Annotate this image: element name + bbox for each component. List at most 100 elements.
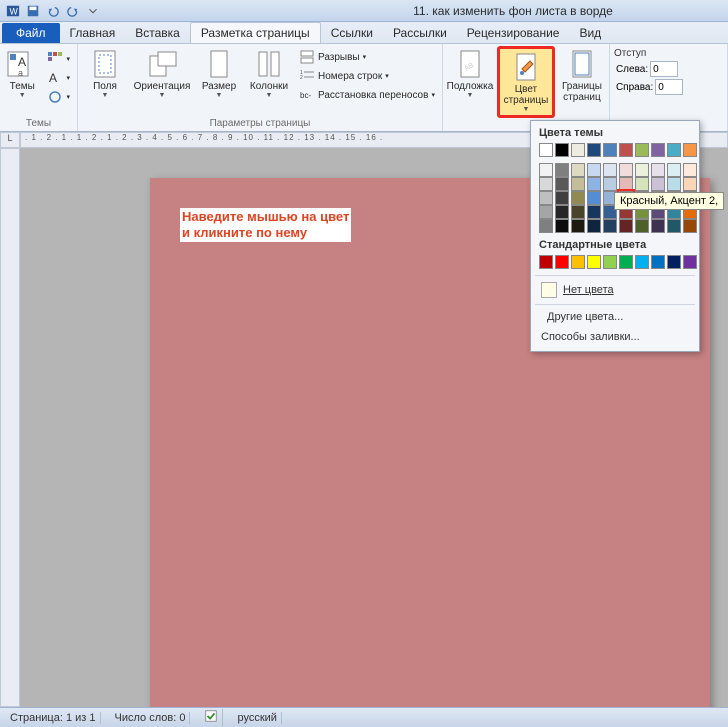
group-page-setup-label: Параметры страницы: [82, 117, 438, 131]
breaks-button[interactable]: Разрывы▾: [296, 48, 438, 66]
theme-effects-button[interactable]: ▾: [44, 88, 73, 106]
color-swatch[interactable]: [571, 205, 585, 219]
margins-button[interactable]: Поля▼: [82, 46, 128, 101]
color-swatch[interactable]: [683, 163, 697, 177]
color-swatch[interactable]: [635, 143, 649, 157]
color-swatch[interactable]: [571, 191, 585, 205]
word-app-icon[interactable]: W: [4, 2, 22, 20]
color-swatch[interactable]: [555, 191, 569, 205]
qat-customize-icon[interactable]: [84, 2, 102, 20]
tab-review[interactable]: Рецензирование: [457, 23, 570, 43]
color-swatch[interactable]: [539, 255, 553, 269]
watermark-button[interactable]: AB Подложка▼: [447, 46, 493, 101]
tab-references[interactable]: Ссылки: [321, 23, 383, 43]
status-language[interactable]: русский: [233, 712, 281, 724]
color-swatch[interactable]: [651, 163, 665, 177]
color-swatch[interactable]: [587, 177, 601, 191]
color-swatch[interactable]: [651, 255, 665, 269]
page-borders-button[interactable]: Границы страниц: [559, 46, 605, 105]
color-swatch[interactable]: [635, 163, 649, 177]
indent-right-input[interactable]: [655, 79, 683, 95]
tab-insert[interactable]: Вставка: [125, 23, 190, 43]
color-swatch[interactable]: [619, 219, 633, 233]
color-swatch[interactable]: [651, 143, 665, 157]
color-swatch[interactable]: [539, 177, 553, 191]
color-swatch[interactable]: [555, 205, 569, 219]
status-spellcheck[interactable]: [200, 709, 223, 726]
color-swatch[interactable]: [619, 143, 633, 157]
color-swatch[interactable]: [539, 219, 553, 233]
color-swatch[interactable]: [539, 163, 553, 177]
color-swatch[interactable]: [555, 143, 569, 157]
color-swatch[interactable]: [603, 255, 617, 269]
color-swatch[interactable]: [619, 177, 633, 191]
color-swatch[interactable]: [619, 255, 633, 269]
theme-colors-title: Цвета темы: [539, 127, 691, 139]
color-swatch[interactable]: [571, 177, 585, 191]
status-page[interactable]: Страница: 1 из 1: [6, 712, 101, 724]
color-swatch[interactable]: [603, 163, 617, 177]
color-swatch[interactable]: [635, 255, 649, 269]
color-swatch[interactable]: [619, 163, 633, 177]
fill-effects-item[interactable]: Способы заливки...: [535, 327, 695, 347]
color-swatch[interactable]: [555, 177, 569, 191]
color-swatch[interactable]: [555, 219, 569, 233]
themes-button[interactable]: Aa Темы ▼: [4, 46, 40, 101]
color-swatch[interactable]: [587, 191, 601, 205]
color-swatch[interactable]: [571, 255, 585, 269]
undo-icon[interactable]: [44, 2, 62, 20]
indent-right-label: Справа:: [616, 82, 653, 93]
color-swatch[interactable]: [555, 163, 569, 177]
orientation-button[interactable]: Ориентация▼: [132, 46, 192, 101]
color-swatch[interactable]: [651, 219, 665, 233]
save-icon[interactable]: [24, 2, 42, 20]
color-swatch[interactable]: [683, 177, 697, 191]
tab-mailings[interactable]: Рассылки: [383, 23, 457, 43]
redo-icon[interactable]: [64, 2, 82, 20]
color-swatch[interactable]: [539, 143, 553, 157]
columns-button[interactable]: Колонки▼: [246, 46, 292, 101]
indent-left-input[interactable]: [650, 61, 678, 77]
color-swatch[interactable]: [651, 177, 665, 191]
color-swatch[interactable]: [667, 163, 681, 177]
color-swatch[interactable]: [683, 219, 697, 233]
line-numbers-button[interactable]: 12Номера строк▾: [296, 67, 438, 85]
theme-fonts-button[interactable]: A▾: [44, 69, 73, 87]
color-swatch[interactable]: [539, 205, 553, 219]
color-swatch[interactable]: [667, 255, 681, 269]
tab-page-layout[interactable]: Разметка страницы: [190, 22, 321, 43]
color-swatch[interactable]: [603, 219, 617, 233]
color-swatch[interactable]: [667, 143, 681, 157]
size-button[interactable]: Размер▼: [196, 46, 242, 101]
color-swatch[interactable]: [571, 163, 585, 177]
color-swatch[interactable]: [587, 205, 601, 219]
tab-file[interactable]: Файл: [2, 23, 60, 43]
theme-colors-button[interactable]: ▾: [44, 50, 73, 68]
color-swatch[interactable]: [635, 177, 649, 191]
color-swatch[interactable]: [603, 143, 617, 157]
color-swatch[interactable]: [683, 143, 697, 157]
color-swatch[interactable]: [683, 255, 697, 269]
color-swatch[interactable]: [555, 255, 569, 269]
color-swatch[interactable]: [571, 143, 585, 157]
tab-home[interactable]: Главная: [60, 23, 126, 43]
color-swatch[interactable]: [539, 191, 553, 205]
color-swatch[interactable]: [667, 219, 681, 233]
page-color-button[interactable]: Цвет страницы▼: [497, 46, 555, 118]
color-swatch[interactable]: [587, 163, 601, 177]
color-swatch[interactable]: [571, 219, 585, 233]
color-swatch[interactable]: [587, 219, 601, 233]
color-swatch[interactable]: [667, 177, 681, 191]
vertical-ruler[interactable]: [0, 148, 20, 707]
columns-label: Колонки: [250, 81, 288, 92]
hyphenation-button[interactable]: bc-Расстановка переносов▾: [296, 86, 438, 104]
color-swatch[interactable]: [635, 219, 649, 233]
color-swatch[interactable]: [603, 177, 617, 191]
no-color-item[interactable]: Нет цвета: [535, 278, 695, 302]
color-swatch[interactable]: [587, 255, 601, 269]
status-words[interactable]: Число слов: 0: [111, 712, 191, 724]
tab-view[interactable]: Вид: [569, 23, 611, 43]
more-colors-item[interactable]: Другие цвета...: [535, 307, 695, 327]
color-swatch[interactable]: [587, 143, 601, 157]
no-color-swatch: [541, 282, 557, 298]
